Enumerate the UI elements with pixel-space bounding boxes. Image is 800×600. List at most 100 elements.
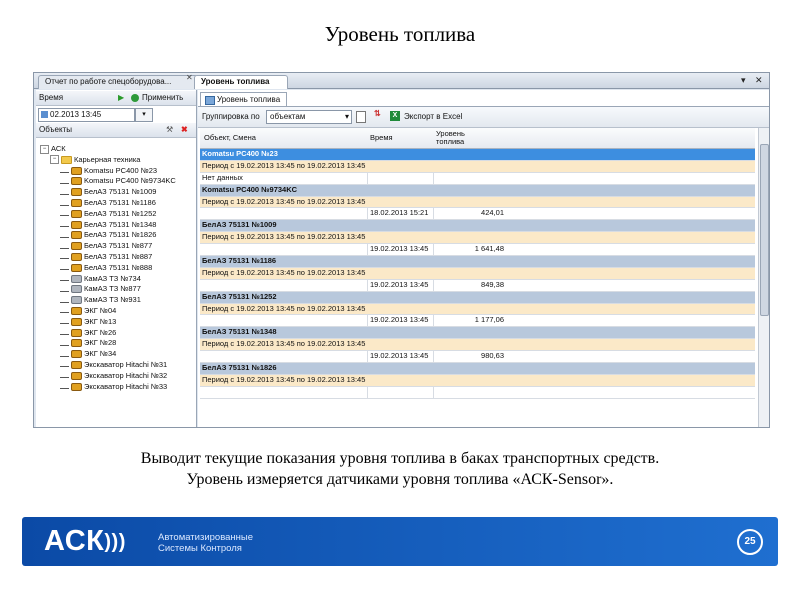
cell-time xyxy=(367,172,434,184)
tree-item[interactable]: ЭКГ №34 xyxy=(36,349,196,360)
tree-item-label: БелАЗ 75131 №1826 xyxy=(84,230,157,240)
date-field[interactable]: 02.2013 13:45 xyxy=(38,108,135,122)
tree-item-label: БелАЗ 75131 №888 xyxy=(84,262,153,272)
cell-object: Период с 19.02.2013 13:45 по 19.02.2013 … xyxy=(202,303,366,313)
period-row[interactable]: Период с 19.02.2013 13:45 по 19.02.2013 … xyxy=(200,303,755,316)
delete-icon[interactable]: ✖ xyxy=(181,123,188,137)
table-row[interactable]: 18.02.2013 15:21 424,01 xyxy=(200,208,755,221)
tree-item-label: БелАЗ 75131 №1252 xyxy=(84,208,157,218)
tree-item[interactable]: − АСК xyxy=(36,144,196,155)
tab-list-dropdown-icon[interactable]: ▾ xyxy=(741,75,746,86)
collapse-icon[interactable]: − xyxy=(50,155,59,165)
group-row[interactable]: БелАЗ 75131 №1348 xyxy=(200,327,755,340)
group-row[interactable]: Komatsu PC400 №9734KC xyxy=(200,184,755,197)
tree-item-label: Komatsu PC400 №23 xyxy=(84,165,158,175)
table-row[interactable]: 19.02.2013 13:45 1 177,06 xyxy=(200,315,755,328)
tree-item[interactable]: ЭКГ №26 xyxy=(36,328,196,339)
tree-item[interactable]: БелАЗ 75131 №1186 xyxy=(36,198,196,209)
period-row[interactable]: Период с 19.02.2013 13:45 по 19.02.2013 … xyxy=(200,374,755,387)
tree-item[interactable]: Экскаватор Hitachi №33 xyxy=(36,382,196,393)
tree-connector xyxy=(60,341,69,346)
tree-item[interactable]: ЭКГ №13 xyxy=(36,317,196,328)
play-icon[interactable]: ▶ xyxy=(118,91,124,105)
calendar-icon[interactable] xyxy=(41,111,48,119)
tree-connector xyxy=(60,265,69,271)
cell-time: 19.02.2013 13:45 xyxy=(367,279,434,291)
tanker-icon xyxy=(71,296,82,305)
group-row[interactable]: Komatsu PC400 №23 xyxy=(200,149,755,161)
tree-item[interactable]: КамАЗ ТЗ №931 xyxy=(36,295,196,306)
tree-item[interactable]: ЭКГ №04 xyxy=(36,306,196,317)
tree-item-label: БелАЗ 75131 №1186 xyxy=(84,197,156,207)
tree-item[interactable]: КамАЗ ТЗ №877 xyxy=(36,284,196,295)
tree-item[interactable]: БелАЗ 75131 №1348 xyxy=(36,220,196,231)
period-row[interactable]: Период с 19.02.2013 13:45 по 19.02.2013 … xyxy=(200,267,755,280)
tree-item[interactable]: КамАЗ ТЗ №734 xyxy=(36,274,196,285)
tab-equipment-report[interactable]: Отчет по работе спецоборудова... xyxy=(38,75,198,89)
cell-fuel-level: 849,38 xyxy=(433,279,504,291)
tree-item[interactable]: Komatsu PC400 №23 xyxy=(36,166,196,177)
tree-item-label: АСК xyxy=(51,144,66,153)
tree-item-label: Экскаватор Hitachi №32 xyxy=(84,370,168,380)
tree-item[interactable]: − Карьерная техника xyxy=(36,155,196,166)
cell-fuel-level: 424,01 xyxy=(433,208,504,220)
table-row[interactable] xyxy=(200,386,755,399)
tree-item[interactable]: БелАЗ 75131 №1252 xyxy=(36,209,196,220)
close-window-icon[interactable]: ✕ xyxy=(755,75,763,86)
tab-fuel-level-report[interactable]: Уровень топлива xyxy=(200,92,288,106)
tree-item[interactable]: БелАЗ 75131 №877 xyxy=(36,241,196,252)
tree-item[interactable]: БелАЗ 75131 №1826 xyxy=(36,230,196,241)
group-by-select[interactable]: объектам ▾ xyxy=(266,110,352,124)
table-row[interactable]: Нет данных xyxy=(200,172,755,185)
cell-object: БелАЗ 75131 №1252 xyxy=(202,291,277,301)
table-row[interactable]: 19.02.2013 13:45 1 641,48 xyxy=(200,244,755,257)
tree-item[interactable]: БелАЗ 75131 №888 xyxy=(36,263,196,274)
tools-icon[interactable]: ⚒ xyxy=(166,123,173,137)
dump-truck-icon xyxy=(71,231,82,240)
tree-item[interactable]: Экскаватор Hitachi №31 xyxy=(36,360,196,371)
column-header-fuel-level[interactable]: Уровень топлива xyxy=(436,130,480,146)
cell-time: 18.02.2013 15:21 xyxy=(367,208,434,220)
tree-item[interactable]: Komatsu PC400 №9734KC xyxy=(36,176,196,187)
group-row[interactable]: БелАЗ 75131 №1826 xyxy=(200,363,755,375)
cell-object: Период с 19.02.2013 13:45 по 19.02.2013 … xyxy=(202,267,366,277)
excavator-icon xyxy=(71,328,82,337)
tree-item[interactable]: Экскаватор Hitachi №32 xyxy=(36,371,196,382)
table-row[interactable]: 19.02.2013 13:45 849,38 xyxy=(200,279,755,292)
dump-truck-icon xyxy=(71,188,82,197)
group-row[interactable]: БелАЗ 75131 №1186 xyxy=(200,256,755,268)
tanker-icon xyxy=(71,285,82,294)
cell-object: БелАЗ 75131 №1186 xyxy=(202,256,277,266)
table-row[interactable]: 19.02.2013 13:45 980,63 xyxy=(200,351,755,364)
collapse-icon[interactable]: − xyxy=(40,144,49,154)
apply-button[interactable]: Применить xyxy=(142,91,183,105)
app-window: Отчет по работе спецоборудова... ✕ Урове… xyxy=(33,72,770,428)
tree-connector xyxy=(60,287,69,292)
export-excel-button[interactable]: Экспорт в Excel xyxy=(404,112,462,121)
vertical-scrollbar[interactable] xyxy=(758,128,769,427)
period-row[interactable]: Период с 19.02.2013 13:45 по 19.02.2013 … xyxy=(200,160,755,173)
excavator-icon xyxy=(71,360,82,369)
tab-fuel-level[interactable]: Уровень топлива xyxy=(194,75,288,89)
tree-item[interactable]: БелАЗ 75131 №887 xyxy=(36,252,196,263)
slide-caption: Выводит текущие показания уровня топлива… xyxy=(0,448,800,490)
cell-time xyxy=(367,386,434,398)
period-row[interactable]: Период с 19.02.2013 13:45 по 19.02.2013 … xyxy=(200,339,755,352)
excel-icon[interactable]: X xyxy=(390,111,400,121)
group-row[interactable]: БелАЗ 75131 №1252 xyxy=(200,291,755,304)
tree-item[interactable]: ЭКГ №28 xyxy=(36,338,196,349)
sort-icon[interactable]: ⇅ xyxy=(374,109,381,118)
footer-banner: АСК))) Автоматизированные Системы Контро… xyxy=(22,517,778,566)
group-by-value: объектам xyxy=(270,112,306,121)
period-row[interactable]: Период с 19.02.2013 13:45 по 19.02.2013 … xyxy=(200,232,755,245)
period-row[interactable]: Период с 19.02.2013 13:45 по 19.02.2013 … xyxy=(200,196,755,209)
column-header-time[interactable]: Время xyxy=(370,134,393,142)
column-header-object[interactable]: Объект, Смена xyxy=(204,134,256,142)
tab-close-icon[interactable]: ✕ xyxy=(186,73,193,82)
group-row[interactable]: БелАЗ 75131 №1009 xyxy=(200,220,755,233)
scrollbar-thumb[interactable] xyxy=(760,144,769,316)
date-picker-dropdown[interactable]: ▾ xyxy=(135,108,153,122)
page-settings-icon[interactable] xyxy=(356,111,366,123)
tree-item[interactable]: БелАЗ 75131 №1009 xyxy=(36,187,196,198)
caption-line-1: Выводит текущие показания уровня топлива… xyxy=(140,450,660,467)
